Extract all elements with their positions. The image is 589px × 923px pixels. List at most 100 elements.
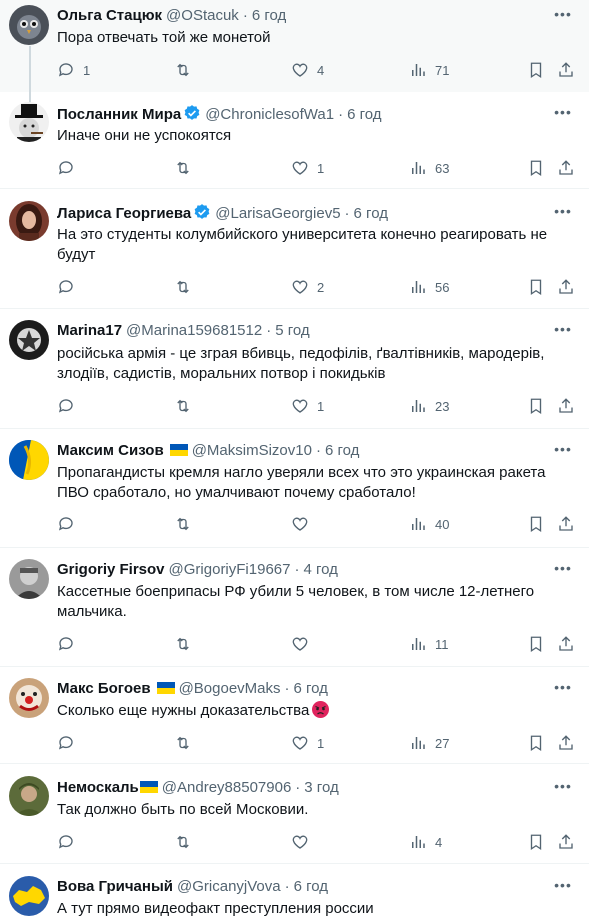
reply-button[interactable]: 1 bbox=[57, 60, 90, 80]
timestamp[interactable]: 3 год bbox=[304, 779, 338, 796]
like-button[interactable]: 1 bbox=[291, 158, 324, 178]
views-button[interactable]: 27 bbox=[409, 733, 449, 753]
share-button[interactable] bbox=[557, 277, 575, 297]
like-button[interactable]: 2 bbox=[291, 277, 324, 297]
author-name[interactable]: Marina17 bbox=[57, 322, 122, 339]
author-handle[interactable]: @GrigoriyFi19667 bbox=[169, 561, 291, 578]
reply-button[interactable] bbox=[57, 277, 75, 297]
man-avatar-icon[interactable] bbox=[9, 559, 49, 599]
clown-avatar-icon[interactable] bbox=[9, 678, 49, 718]
reply-button[interactable] bbox=[57, 514, 75, 534]
views-button[interactable]: 56 bbox=[409, 277, 449, 297]
views-button[interactable]: 23 bbox=[409, 396, 449, 416]
share-button[interactable] bbox=[557, 158, 575, 178]
views-button[interactable]: 40 bbox=[409, 514, 449, 534]
more-options-icon[interactable]: ••• bbox=[553, 680, 573, 701]
tweet-item[interactable]: Grigoriy Firsov @GrigoriyFi19667 · 4 год ••… bbox=[0, 548, 589, 666]
share-button[interactable] bbox=[557, 634, 575, 654]
timestamp[interactable]: 6 год bbox=[325, 442, 359, 459]
tweet-item[interactable]: Лариса Георгиева @LarisaGeorgiev5 · 6 год •… bbox=[0, 189, 589, 308]
timestamp[interactable]: 6 год bbox=[294, 878, 328, 895]
like-button[interactable] bbox=[291, 634, 309, 654]
emblem-avatar-icon[interactable] bbox=[9, 320, 49, 360]
bookmark-button[interactable] bbox=[527, 396, 545, 416]
like-button[interactable] bbox=[291, 832, 309, 852]
more-options-icon[interactable]: ••• bbox=[553, 322, 573, 343]
author-name[interactable]: Посланник Мира bbox=[57, 106, 181, 123]
retweet-button[interactable] bbox=[174, 514, 192, 534]
more-options-icon[interactable]: ••• bbox=[553, 442, 573, 463]
retweet-button[interactable] bbox=[174, 277, 192, 297]
author-handle[interactable]: @GricanyjVova bbox=[177, 878, 281, 895]
reply-button[interactable] bbox=[57, 832, 75, 852]
author-name[interactable]: Максим Сизов bbox=[57, 442, 164, 459]
more-options-icon[interactable]: ••• bbox=[553, 204, 573, 225]
author-handle[interactable]: @Andrey88507906 bbox=[162, 779, 292, 796]
share-button[interactable] bbox=[557, 396, 575, 416]
retweet-button[interactable] bbox=[174, 396, 192, 416]
retweet-button[interactable] bbox=[174, 733, 192, 753]
timestamp[interactable]: 4 год bbox=[303, 561, 337, 578]
author-handle[interactable]: @BogoevMaks bbox=[179, 680, 281, 697]
author-name[interactable]: Grigoriy Firsov bbox=[57, 561, 165, 578]
reply-button[interactable] bbox=[57, 733, 75, 753]
author-handle[interactable]: @MaksimSizov10 bbox=[192, 442, 312, 459]
tweet-item[interactable]: Макс Богоев @BogoevMaks · 6 год ••• Сколько… bbox=[0, 667, 589, 763]
reply-button[interactable] bbox=[57, 634, 75, 654]
author-name[interactable]: Макс Богоев bbox=[57, 680, 151, 697]
author-name[interactable]: Ольга Стацюк bbox=[57, 7, 162, 24]
share-button[interactable] bbox=[557, 514, 575, 534]
like-button[interactable] bbox=[291, 514, 309, 534]
retweet-button[interactable] bbox=[174, 832, 192, 852]
timestamp[interactable]: 6 год bbox=[347, 106, 381, 123]
tweet-item[interactable]: Marina17 @Marina159681512 · 5 год ••• росій… bbox=[0, 309, 589, 428]
like-button[interactable]: 1 bbox=[291, 733, 324, 753]
bookmark-button[interactable] bbox=[527, 733, 545, 753]
author-name[interactable]: Немоскаль bbox=[57, 779, 139, 796]
bookmark-button[interactable] bbox=[527, 514, 545, 534]
share-button[interactable] bbox=[557, 60, 575, 80]
bookmark-button[interactable] bbox=[527, 60, 545, 80]
like-button[interactable]: 4 bbox=[291, 60, 324, 80]
retweet-button[interactable] bbox=[174, 158, 192, 178]
tweet-item[interactable]: Ольга Стацюк @OStacuk · 6 год ••• Пора отве… bbox=[0, 0, 589, 106]
retweet-button[interactable] bbox=[174, 634, 192, 654]
author-handle[interactable]: @Marina159681512 bbox=[126, 322, 262, 339]
author-name[interactable]: Лариса Георгиева bbox=[57, 205, 191, 222]
bookmark-button[interactable] bbox=[527, 158, 545, 178]
retweet-button[interactable] bbox=[174, 60, 192, 80]
timestamp[interactable]: 6 год bbox=[294, 680, 328, 697]
reply-button[interactable] bbox=[57, 158, 75, 178]
map-avatar-icon[interactable] bbox=[9, 876, 49, 916]
like-button[interactable]: 1 bbox=[291, 396, 324, 416]
more-options-icon[interactable]: ••• bbox=[553, 105, 573, 126]
churchill-avatar-icon[interactable] bbox=[9, 102, 49, 142]
bookmark-button[interactable] bbox=[527, 277, 545, 297]
timestamp[interactable]: 6 год bbox=[354, 205, 388, 222]
author-name[interactable]: Вова Гричаный bbox=[57, 878, 173, 895]
woman-avatar-icon[interactable] bbox=[9, 201, 49, 241]
more-options-icon[interactable]: ••• bbox=[553, 878, 573, 899]
timestamp[interactable]: 6 год bbox=[252, 7, 286, 24]
share-button[interactable] bbox=[557, 733, 575, 753]
tweet-item[interactable]: Посланник Мира @ChroniclesofWa1 · 6 год •••… bbox=[0, 92, 589, 188]
bookmark-button[interactable] bbox=[527, 832, 545, 852]
bookmark-button[interactable] bbox=[527, 634, 545, 654]
views-button[interactable]: 4 bbox=[409, 832, 442, 852]
views-button[interactable]: 11 bbox=[409, 634, 449, 654]
tweet-item[interactable]: Вова Гричаный @GricanyjVova · 6 год ••• А т… bbox=[0, 864, 589, 923]
tweet-item[interactable]: Максим Сизов @MaksimSizov10 · 6 год ••• Про… bbox=[0, 429, 589, 547]
author-handle[interactable]: @OStacuk bbox=[166, 7, 239, 24]
views-button[interactable]: 71 bbox=[409, 60, 449, 80]
share-button[interactable] bbox=[557, 832, 575, 852]
author-handle[interactable]: @LarisaGeorgiev5 bbox=[215, 205, 340, 222]
more-options-icon[interactable]: ••• bbox=[553, 779, 573, 800]
more-options-icon[interactable]: ••• bbox=[553, 561, 573, 582]
more-options-icon[interactable]: ••• bbox=[553, 7, 573, 28]
soldier-avatar-icon[interactable] bbox=[9, 776, 49, 816]
timestamp[interactable]: 5 год bbox=[275, 322, 309, 339]
views-button[interactable]: 63 bbox=[409, 158, 449, 178]
ukraine-flag-avatar-icon[interactable] bbox=[9, 440, 49, 480]
tweet-item[interactable]: Немоскаль @Andrey88507906 · 3 год ••• Так д… bbox=[0, 764, 589, 863]
owl-avatar-icon[interactable] bbox=[9, 5, 49, 45]
